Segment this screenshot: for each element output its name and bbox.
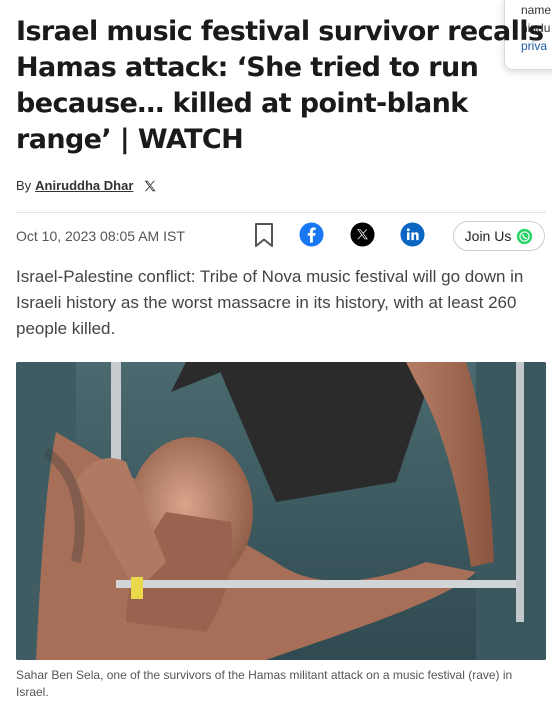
x-share-icon[interactable] bbox=[350, 222, 375, 247]
author-link[interactable]: Aniruddha Dhar bbox=[35, 178, 133, 193]
byline: By Aniruddha Dhar bbox=[16, 178, 157, 193]
publish-date: Oct 10, 2023 08:05 AM IST bbox=[16, 228, 185, 244]
divider bbox=[16, 212, 546, 213]
join-us-label: Join Us bbox=[464, 228, 512, 244]
article-photo bbox=[16, 362, 546, 660]
article-headline: Israel music festival survivor recalls H… bbox=[16, 16, 544, 155]
facebook-icon[interactable] bbox=[299, 222, 324, 247]
bookmark-icon[interactable] bbox=[253, 222, 275, 248]
whatsapp-icon bbox=[517, 228, 533, 244]
linkedin-icon[interactable] bbox=[400, 222, 425, 247]
photo-caption: Sahar Ben Sela, one of the survivors of … bbox=[16, 668, 513, 699]
byline-prefix: By bbox=[16, 178, 32, 193]
join-us-button[interactable]: Join Us bbox=[453, 221, 545, 251]
article-summary: Israel-Palestine conflict: Tribe of Nova… bbox=[16, 267, 524, 338]
x-icon[interactable] bbox=[143, 179, 157, 193]
